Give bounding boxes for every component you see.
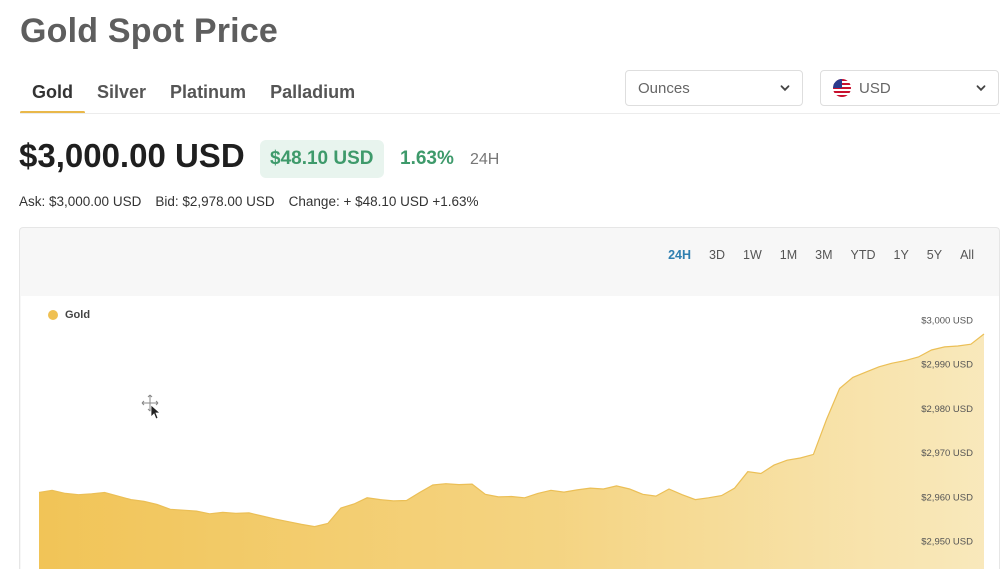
y-tick-label: $2,990 USD [921,360,973,371]
range-24h-button[interactable]: 24H [659,246,700,264]
y-tick-label: $2,980 USD [921,404,973,415]
legend-swatch-gold [48,310,58,320]
plot-area[interactable]: $3,000 USD $2,990 USD $2,980 USD $2,970 USD… [21,296,1000,569]
price-area-chart[interactable]: $3,000 USD $2,990 USD $2,980 USD $2,970 USD… [21,296,1000,569]
spot-price: $3,000.00 USD [19,137,245,174]
range-selector: 24H 3D 1W 1M 3M YTD 1Y 5Y All [659,246,983,264]
tab-palladium[interactable]: Palladium [258,78,367,114]
y-tick-label: $2,960 USD [921,492,973,503]
range-1w-button[interactable]: 1W [734,246,771,264]
legend-label-gold: Gold [65,309,91,321]
change-summary: Change: + $48.10 USD +1.63% [288,194,479,209]
chevron-down-icon [976,85,986,92]
range-1y-button[interactable]: 1Y [885,246,918,264]
change-percent: 1.63% [400,148,454,169]
range-5y-button[interactable]: 5Y [918,246,951,264]
tab-divider [20,113,1000,114]
range-ytd-button[interactable]: YTD [842,246,885,264]
range-3d-button[interactable]: 3D [700,246,734,264]
currency-select-value: USD [859,79,891,97]
gold-series-area [39,334,984,569]
range-3m-button[interactable]: 3M [806,246,841,264]
quote-line: Ask: $3,000.00 USD Bid: $2,978.00 USD Ch… [19,194,479,209]
unit-select-value: Ounces [638,79,690,97]
change-period: 24H [470,151,500,168]
tab-platinum[interactable]: Platinum [158,78,258,114]
price-chart-card: 24H 3D 1W 1M 3M YTD 1Y 5Y All $3,000 USD… [19,227,1000,569]
range-all-button[interactable]: All [951,246,983,264]
page-title: Gold Spot Price [20,12,279,50]
metal-tabs: Gold Silver Platinum Palladium [20,78,367,114]
tab-gold[interactable]: Gold [20,78,85,114]
bid-price: Bid: $2,978.00 USD [155,194,275,209]
unit-select[interactable]: Ounces [625,70,803,106]
ask-price: Ask: $3,000.00 USD [19,194,142,209]
y-tick-label: $2,970 USD [921,448,973,459]
tab-silver[interactable]: Silver [85,78,158,114]
currency-select[interactable]: USD [820,70,999,106]
mouse-cursor-icon [141,394,162,420]
y-tick-label: $3,000 USD [921,315,973,326]
chevron-down-icon [780,85,790,92]
change-amount-badge: $48.10 USD [260,140,384,178]
us-flag-icon [833,79,851,97]
range-1m-button[interactable]: 1M [771,246,806,264]
chart-legend[interactable]: Gold [48,309,90,321]
y-tick-label: $2,950 USD [921,537,973,548]
